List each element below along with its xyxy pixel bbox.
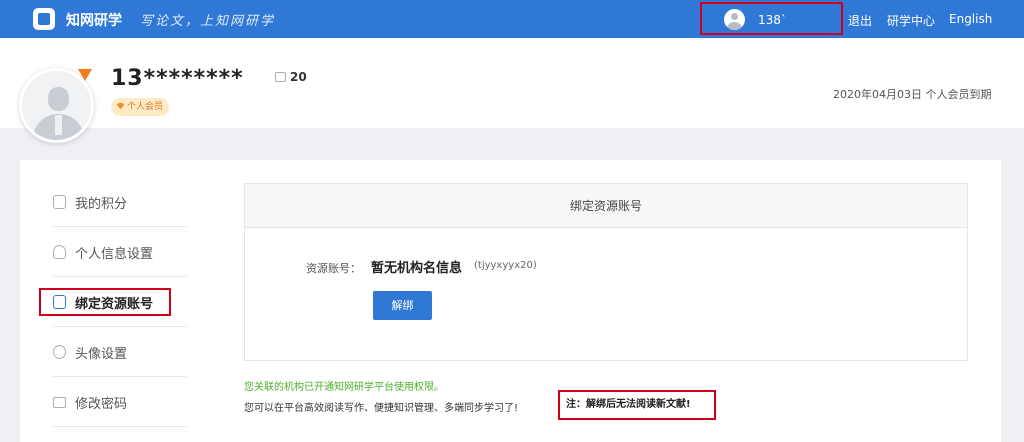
study-center-link[interactable]: 研学中心 <box>887 12 935 29</box>
user-avatar-icon[interactable] <box>724 9 745 30</box>
user-icon <box>53 245 66 259</box>
username: 13******** <box>111 66 244 91</box>
points-icon <box>275 72 286 82</box>
sidebar-item-profile-settings[interactable]: 个人信息设置 <box>53 227 186 277</box>
unbind-warning: 注：解绑后无法阅读新文献! <box>558 390 716 420</box>
institution-notice: 您关联的机构已开通知网研学平台使用权限。 <box>244 382 444 393</box>
sidebar-item-points[interactable]: 我的积分 <box>53 177 186 227</box>
sidebar-item-label: 头像设置 <box>75 347 128 362</box>
user-phone[interactable]: 138` <box>758 13 787 27</box>
membership-expiry: 2020年04月03日 个人会员到期 <box>833 88 992 101</box>
points-count: 20 <box>290 70 307 84</box>
logo-icon[interactable] <box>33 8 55 30</box>
lock-icon <box>53 397 66 408</box>
unbind-button[interactable]: 解绑 <box>373 291 432 320</box>
profile-avatar[interactable] <box>19 68 94 143</box>
bind-account-card: 绑定资源账号 资源账号： 暂无机构名信息 (tjyyxyyx20) 解绑 <box>244 183 968 361</box>
account-value: 暂无机构名信息 <box>371 261 463 276</box>
points-icon <box>53 195 66 209</box>
account-id: (tjyyxyyx20) <box>474 260 537 271</box>
diamond-icon <box>117 103 124 109</box>
logout-link[interactable]: 退出 <box>848 12 872 29</box>
highlight-box <box>39 288 171 316</box>
brand-name[interactable]: 知网研学 <box>66 10 122 30</box>
slogan: 写论文，上知网研学 <box>140 14 276 29</box>
sidebar-item-change-password[interactable]: 修改密码 <box>53 377 186 427</box>
main-panel: 我的积分 个人信息设置 绑定资源账号 头像设置 修改密码 绑定资源账号 资源账号… <box>20 160 1001 442</box>
english-link[interactable]: English <box>949 12 992 26</box>
feature-tip: 您可以在平台高效阅读写作、便捷知识管理、多端同步学习了! <box>244 403 519 414</box>
top-bar: 知网研学 写论文，上知网研学 138` 退出 研学中心 English <box>0 0 1024 38</box>
user-menu[interactable]: 138` <box>700 2 843 35</box>
sidebar-item-label: 修改密码 <box>75 397 128 412</box>
card-title: 绑定资源账号 <box>245 184 967 228</box>
avatar-icon <box>53 345 66 359</box>
member-tag: 个人会员 <box>111 98 170 116</box>
sidebar-item-label: 个人信息设置 <box>75 247 154 262</box>
account-label: 资源账号： <box>306 262 361 275</box>
sidebar-item-label: 我的积分 <box>75 197 128 212</box>
sidebar-item-avatar-settings[interactable]: 头像设置 <box>53 327 186 377</box>
member-tag-label: 个人会员 <box>127 102 164 112</box>
